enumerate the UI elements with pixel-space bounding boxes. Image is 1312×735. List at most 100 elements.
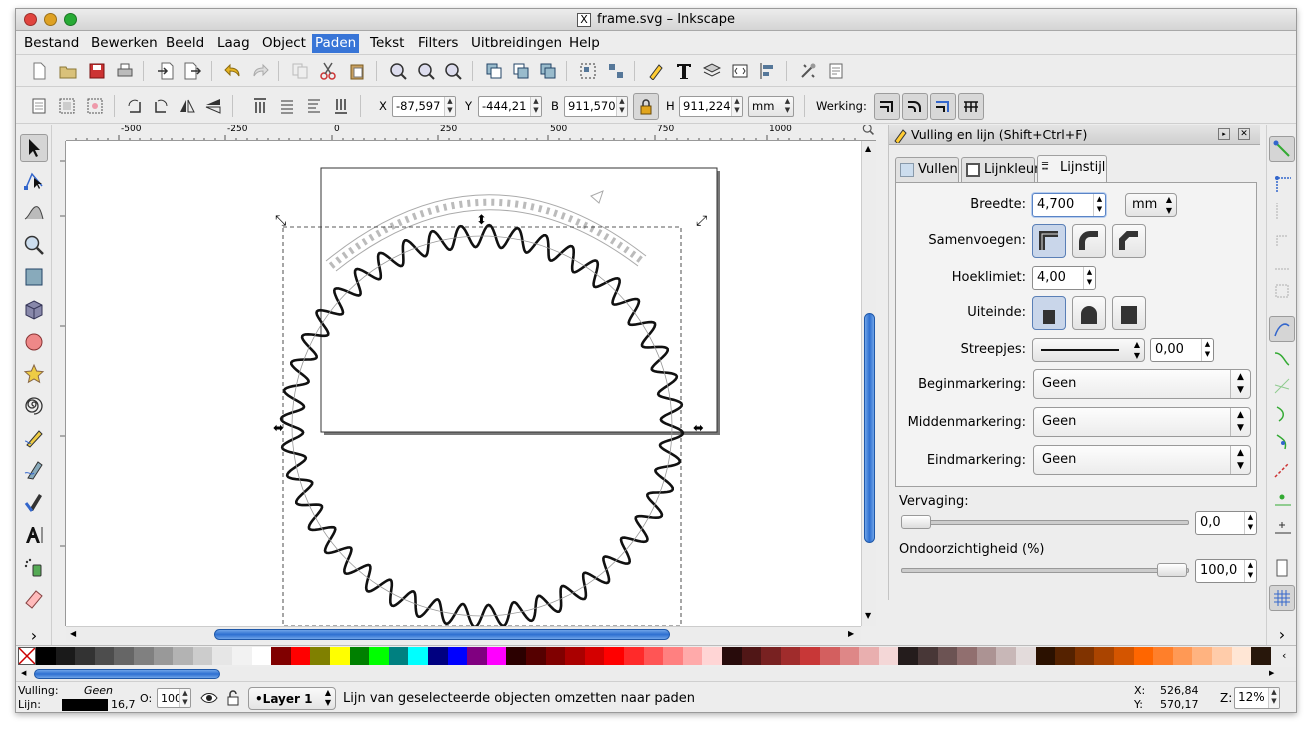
dialog-iconify-button[interactable]: ▸ [1218, 128, 1230, 140]
color-swatch[interactable] [467, 647, 488, 665]
palette-scroll-left-icon[interactable]: ◀ [21, 669, 26, 677]
document-properties-icon[interactable] [825, 60, 847, 82]
palette-scroll-right-icon[interactable]: ▶ [1269, 669, 1274, 677]
color-swatch[interactable] [55, 647, 76, 665]
palette-menu-icon[interactable]: ‹ [1282, 649, 1286, 662]
undo-icon[interactable] [222, 60, 244, 82]
color-swatch[interactable] [1035, 647, 1056, 665]
drawing-canvas[interactable]: ⤡ ⤢ ⬍ ⬌ ⬌ [66, 141, 861, 626]
color-swatch[interactable] [604, 647, 625, 665]
color-swatch[interactable] [153, 647, 174, 665]
dash-offset-input[interactable]: 0,00 ▲ ▼ [1150, 338, 1214, 362]
color-swatch[interactable] [937, 647, 958, 665]
color-swatch[interactable] [114, 647, 135, 665]
color-swatch[interactable] [1055, 647, 1076, 665]
color-swatch[interactable] [1133, 647, 1154, 665]
snap-midpoints-icon[interactable] [1269, 457, 1295, 483]
color-swatch[interactable] [1172, 647, 1193, 665]
zoom-drawing-icon[interactable] [415, 60, 437, 82]
color-swatch[interactable] [349, 647, 370, 665]
opacity-input[interactable]: 100,0 ▲ ▼ [1195, 559, 1257, 583]
star-tool-icon[interactable] [20, 360, 48, 388]
menu-bewerken[interactable]: Bewerken [88, 34, 161, 53]
snap-bbox-edge-icon[interactable] [1269, 197, 1295, 223]
paste-icon[interactable] [346, 60, 368, 82]
zoom-tool-icon[interactable] [20, 231, 48, 259]
align-distribute-icon[interactable] [757, 60, 779, 82]
snap-bbox-icon[interactable] [1269, 170, 1295, 196]
tab-lijnstijl[interactable]: ═ ┅ Lijnstijl [1037, 155, 1107, 182]
color-swatch[interactable] [408, 647, 429, 665]
preferences-icon[interactable] [797, 60, 819, 82]
color-swatch[interactable] [1114, 647, 1134, 665]
lower-icon[interactable] [303, 95, 325, 117]
color-swatch[interactable] [584, 647, 605, 665]
color-swatch[interactable] [898, 647, 919, 665]
color-swatch[interactable] [94, 647, 115, 665]
color-swatch[interactable] [506, 647, 527, 665]
zoom-corner-icon[interactable] [861, 125, 875, 136]
spray-tool-icon[interactable] [20, 553, 48, 581]
text-font-icon[interactable] [673, 60, 695, 82]
color-swatch[interactable] [957, 647, 978, 665]
color-swatch[interactable] [1094, 647, 1115, 665]
text-tool-icon[interactable] [20, 521, 48, 549]
vertical-scroll-thumb[interactable] [864, 313, 875, 543]
box3d-tool-icon[interactable] [20, 296, 48, 324]
snap-rotation-center-icon[interactable] [1269, 513, 1295, 539]
ellipse-tool-icon[interactable] [20, 328, 48, 356]
snap-smooth-icon[interactable] [1269, 429, 1295, 455]
color-swatch[interactable] [1074, 647, 1095, 665]
raise-icon[interactable] [276, 95, 298, 117]
color-swatch[interactable] [212, 647, 233, 665]
spiral-tool-icon[interactable] [20, 392, 48, 420]
color-swatch[interactable] [780, 647, 801, 665]
color-swatch[interactable] [232, 647, 252, 665]
menu-beeld[interactable]: Beeld [163, 34, 207, 53]
stroke-unit-select[interactable]: mm ▲ ▼ [1125, 193, 1177, 217]
color-swatch[interactable] [878, 647, 899, 665]
rectangle-tool-icon[interactable] [20, 263, 48, 291]
opacity-slider-track[interactable] [901, 568, 1189, 573]
menu-help[interactable]: Help [566, 34, 603, 53]
rotate-ccw-icon[interactable] [124, 95, 146, 117]
color-swatch[interactable] [663, 647, 684, 665]
fill-value[interactable]: Geen [84, 684, 113, 697]
menu-object[interactable]: Object [259, 34, 309, 53]
miter-limit-input[interactable]: 4,00 ▲ ▼ [1032, 266, 1096, 290]
ungroup-icon[interactable] [605, 60, 627, 82]
menu-bestand[interactable]: Bestand [21, 34, 82, 53]
color-swatch[interactable] [1192, 647, 1213, 665]
zoom-selection-icon[interactable] [387, 60, 409, 82]
vertical-scrollbar[interactable]: ▲ ▼ [861, 141, 876, 626]
layers-icon[interactable] [701, 60, 723, 82]
blur-input[interactable]: 0,0 ▲ ▼ [1195, 511, 1257, 535]
x-input[interactable]: -87,597 ▲ ▼ [392, 96, 456, 117]
color-swatch[interactable] [75, 647, 96, 665]
layer-select[interactable]: •Layer 1 ▲ ▼ [248, 687, 336, 710]
color-swatch[interactable] [1231, 647, 1252, 665]
color-swatch[interactable] [447, 647, 468, 665]
color-swatch[interactable] [565, 647, 586, 665]
snap-bbox-midpoint-icon[interactable] [1269, 251, 1295, 277]
maximize-window-button[interactable] [64, 13, 77, 26]
snap-bbox-center-icon[interactable] [1269, 278, 1295, 304]
stroke-color-swatch[interactable] [62, 699, 108, 711]
start-marker-select[interactable]: Geen ▲ ▼ [1033, 369, 1251, 399]
dash-pattern-select[interactable]: ▲ ▼ [1032, 338, 1145, 362]
menu-uitbreidingen[interactable]: Uitbreidingen [468, 34, 565, 53]
snap-bbox-corner-icon[interactable] [1269, 224, 1295, 250]
snap-cusp-icon[interactable] [1269, 401, 1295, 427]
color-swatch[interactable] [1212, 647, 1232, 665]
snap-toggle-icon[interactable] [1269, 136, 1295, 162]
transform-patterns-icon[interactable] [958, 93, 984, 120]
unit-select[interactable]: mm ▲ ▼ [748, 96, 794, 117]
save-icon[interactable] [86, 60, 108, 82]
color-swatch[interactable] [271, 647, 292, 665]
color-swatch[interactable] [173, 647, 194, 665]
color-swatch[interactable] [545, 647, 566, 665]
opacity-spin[interactable]: 100 ▲ ▼ [157, 688, 191, 708]
minimize-window-button[interactable] [44, 13, 57, 26]
more-snap-icon[interactable]: › [1269, 621, 1295, 647]
export-icon[interactable] [181, 60, 203, 82]
